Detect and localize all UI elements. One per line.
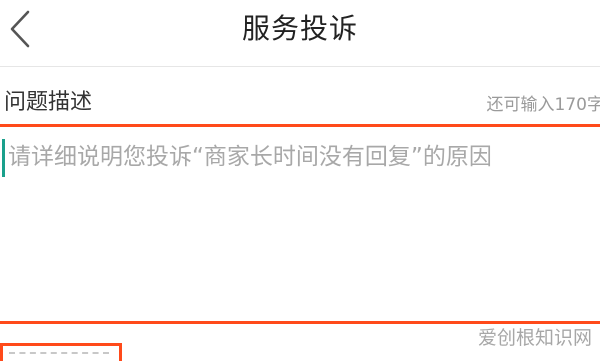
description-label-row: 问题描述 还可输入170字 (0, 86, 600, 122)
watermark-text: 爱创根知识网 (477, 327, 592, 349)
image-upload-area[interactable] (0, 343, 122, 361)
text-caret (2, 139, 5, 177)
upload-dashed-border (9, 352, 109, 362)
remaining-char-counter: 还可输入170字 (486, 95, 600, 115)
input-placeholder: 请详细说明您投诉“商家长时间没有回复”的原因 (8, 144, 492, 170)
top-nav-bar: 服务投诉 (0, 0, 600, 67)
section-spacer (0, 67, 600, 87)
page-title: 服务投诉 (241, 12, 358, 45)
description-label: 问题描述 (4, 90, 93, 115)
complaint-description-input[interactable]: 请详细说明您投诉“商家长时间没有回复”的原因 (0, 124, 600, 324)
